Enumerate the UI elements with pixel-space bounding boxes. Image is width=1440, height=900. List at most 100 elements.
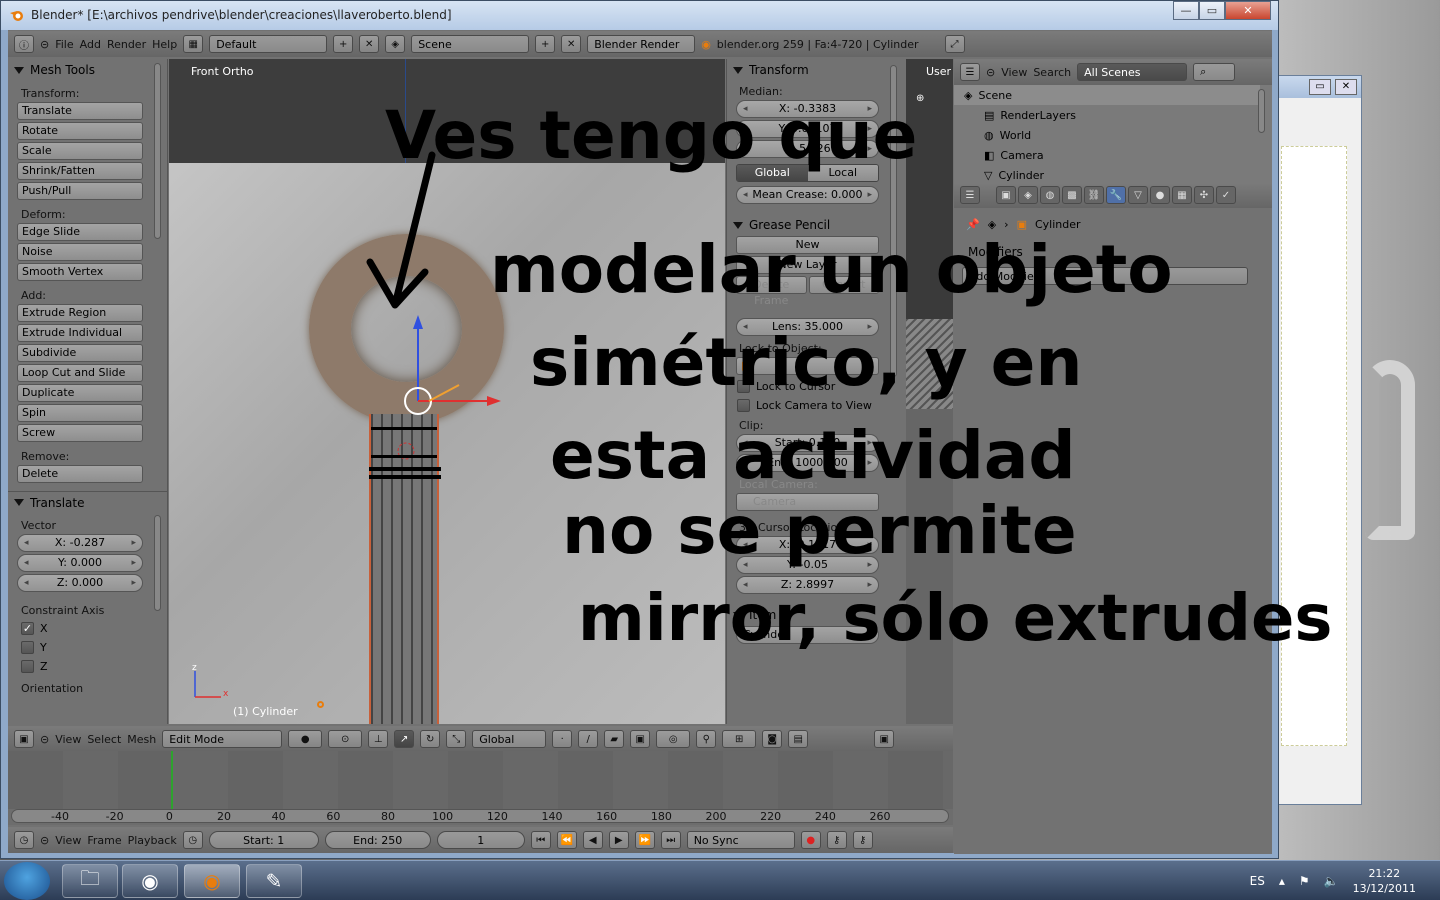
outliner-row-world[interactable]: ◍ World: [954, 125, 1260, 145]
background-window[interactable]: ▭ ✕: [1270, 75, 1362, 805]
tool-shelf-scrollbar[interactable]: [154, 63, 161, 239]
tool-button-noise[interactable]: Noise: [17, 243, 143, 261]
texture-tab-icon[interactable]: ▦: [1172, 186, 1192, 204]
view-add-icon[interactable]: ⊕: [916, 93, 924, 104]
jump-end-icon[interactable]: ⏭: [660, 831, 681, 849]
item-name-field[interactable]: Cylinder: [736, 626, 879, 644]
user-view-viewport[interactable]: User ⊕: [906, 59, 953, 724]
gimp-task-icon[interactable]: ✎: [246, 864, 302, 898]
manipulator-x-arrow-icon[interactable]: [487, 396, 501, 406]
jump-next-key-icon[interactable]: ⏩: [634, 831, 655, 849]
current-frame-field[interactable]: 1: [436, 831, 525, 849]
outliner-row-camera[interactable]: ◧ Camera: [954, 145, 1260, 165]
constraint-y-checkbox[interactable]: Y: [8, 638, 167, 657]
tool-button-edge-slide[interactable]: Edge Slide: [17, 223, 143, 241]
end-frame-field[interactable]: End: 250: [324, 831, 431, 849]
timeline-editor[interactable]: -40 -20 0 20 40 60 80 100 120 140 160 180 200 220 240 2…: [8, 751, 953, 825]
render-tab-icon[interactable]: ▣: [996, 186, 1016, 204]
viewport-collapse-icon[interactable]: ⊝: [40, 733, 49, 746]
add-scene-icon[interactable]: +: [535, 35, 556, 53]
manipulator-translate-icon[interactable]: ↗: [394, 730, 415, 748]
timeline-menu-playback[interactable]: Playback: [128, 834, 177, 847]
translate-operator-header[interactable]: Translate: [8, 491, 167, 513]
remove-scene-icon[interactable]: ✕: [561, 35, 582, 53]
transform-orientation-select[interactable]: Global: [472, 730, 547, 748]
keying-set-icon[interactable]: ⚷: [826, 831, 847, 849]
screen-layout-icon[interactable]: ▦: [183, 35, 204, 53]
limit-selection-icon[interactable]: ▣: [630, 730, 651, 748]
convert-button[interactable]: Convert: [808, 276, 879, 294]
background-window-close-button[interactable]: ✕: [1335, 79, 1357, 95]
clock[interactable]: 21:22 13/12/2011: [1353, 866, 1416, 896]
outliner-menu-view[interactable]: View: [1001, 66, 1027, 79]
menu-collapse-icon[interactable]: ⊝: [40, 38, 49, 51]
manipulator-scale-icon[interactable]: ⤡: [446, 730, 467, 748]
manipulator-z-arrow-icon[interactable]: [413, 315, 423, 329]
language-indicator[interactable]: ES: [1250, 874, 1265, 888]
vector-x-field[interactable]: X: -0.287: [17, 534, 143, 552]
remove-layout-icon[interactable]: ✕: [359, 35, 380, 53]
object-tab-icon[interactable]: ▩: [1062, 186, 1082, 204]
face-select-icon[interactable]: ▰: [604, 730, 625, 748]
median-x-field[interactable]: X: -0.3383: [736, 100, 879, 118]
editor-type-icon[interactable]: ⓘ: [14, 35, 34, 53]
tool-button-screw[interactable]: Screw: [17, 424, 143, 442]
scene-tab-icon[interactable]: ◈: [1018, 186, 1038, 204]
render-animation-icon[interactable]: ▤: [788, 730, 809, 748]
jump-start-icon[interactable]: ⏮: [530, 831, 551, 849]
cursor-z-field[interactable]: Z: 2.8997: [736, 576, 879, 594]
volume-icon[interactable]: 🔈: [1324, 874, 1339, 888]
proportional-edit-icon[interactable]: ◎: [656, 730, 691, 748]
physics-tab-icon[interactable]: ✓: [1216, 186, 1236, 204]
add-layout-icon[interactable]: +: [333, 35, 354, 53]
constraints-tab-icon[interactable]: ⛓: [1084, 186, 1104, 204]
operator-scrollbar[interactable]: [154, 515, 161, 611]
record-icon[interactable]: ●: [800, 831, 821, 849]
outliner-collapse-icon[interactable]: ⊝: [986, 66, 995, 79]
play-reverse-icon[interactable]: ◀: [582, 831, 603, 849]
cursor-y-field[interactable]: Y: -0.05: [736, 556, 879, 574]
new-layer-button[interactable]: New Layer: [736, 256, 879, 274]
manipulator-toggle-icon[interactable]: ⊥: [368, 730, 389, 748]
play-icon[interactable]: ▶: [608, 831, 629, 849]
median-y-field[interactable]: Y: 0.06107: [736, 120, 879, 138]
outliner-row-scene[interactable]: ◈ Scene: [954, 85, 1260, 105]
tool-button-rotate[interactable]: Rotate: [17, 122, 143, 140]
local-camera-field[interactable]: Camera: [736, 493, 879, 511]
outliner-search-field[interactable]: ⌕: [1193, 63, 1236, 81]
user-view-editor-icon[interactable]: ▣: [874, 730, 895, 748]
snap-toggle-icon[interactable]: ⚲: [696, 730, 717, 748]
tool-button-shrink-fatten[interactable]: Shrink/Fatten: [17, 162, 143, 180]
screen-layout-field[interactable]: Default: [209, 35, 328, 53]
start-frame-field[interactable]: Start: 1: [208, 831, 319, 849]
viewport-editor-icon[interactable]: ▣: [14, 730, 34, 748]
constraint-z-checkbox[interactable]: Z: [8, 657, 167, 676]
vertex-select-icon[interactable]: ·: [552, 730, 573, 748]
current-frame-marker[interactable]: [171, 751, 173, 811]
transform-manipulator[interactable]: [369, 309, 529, 479]
mode-select[interactable]: Edit Mode: [162, 730, 283, 748]
properties-editor-icon[interactable]: ☰: [960, 186, 980, 204]
chrome-task-icon[interactable]: ◉: [122, 864, 178, 898]
tool-button-scale[interactable]: Scale: [17, 142, 143, 160]
clip-start-field[interactable]: Start: 0.100: [736, 434, 879, 452]
space-local-button[interactable]: Local: [807, 165, 878, 181]
fullscreen-icon[interactable]: ⤢: [944, 35, 965, 53]
snap-element-icon[interactable]: ⊞: [722, 730, 757, 748]
outliner-menu-search[interactable]: Search: [1033, 66, 1071, 79]
menu-help[interactable]: Help: [152, 38, 177, 51]
maximize-button[interactable]: ▭: [1199, 1, 1225, 20]
vector-y-field[interactable]: Y: 0.000: [17, 554, 143, 572]
scene-field[interactable]: Scene: [411, 35, 530, 53]
data-tab-icon[interactable]: ▽: [1128, 186, 1148, 204]
lock-object-field[interactable]: ▣: [736, 357, 879, 375]
add-modifier-select[interactable]: Add Modifier: [962, 267, 1248, 285]
render-still-icon[interactable]: ◙: [762, 730, 783, 748]
menu-render[interactable]: Render: [107, 38, 146, 51]
space-global-button[interactable]: Global: [737, 165, 808, 181]
tool-button-extrude-individual[interactable]: Extrude Individual: [17, 324, 143, 342]
grease-new-button[interactable]: New: [736, 236, 879, 254]
timeline-ruler[interactable]: -40 -20 0 20 40 60 80 100 120 140 160 180 200 220 240 2…: [11, 809, 949, 823]
particles-tab-icon[interactable]: ✣: [1194, 186, 1214, 204]
modifiers-panel-header[interactable]: Modifiers: [954, 241, 1272, 263]
